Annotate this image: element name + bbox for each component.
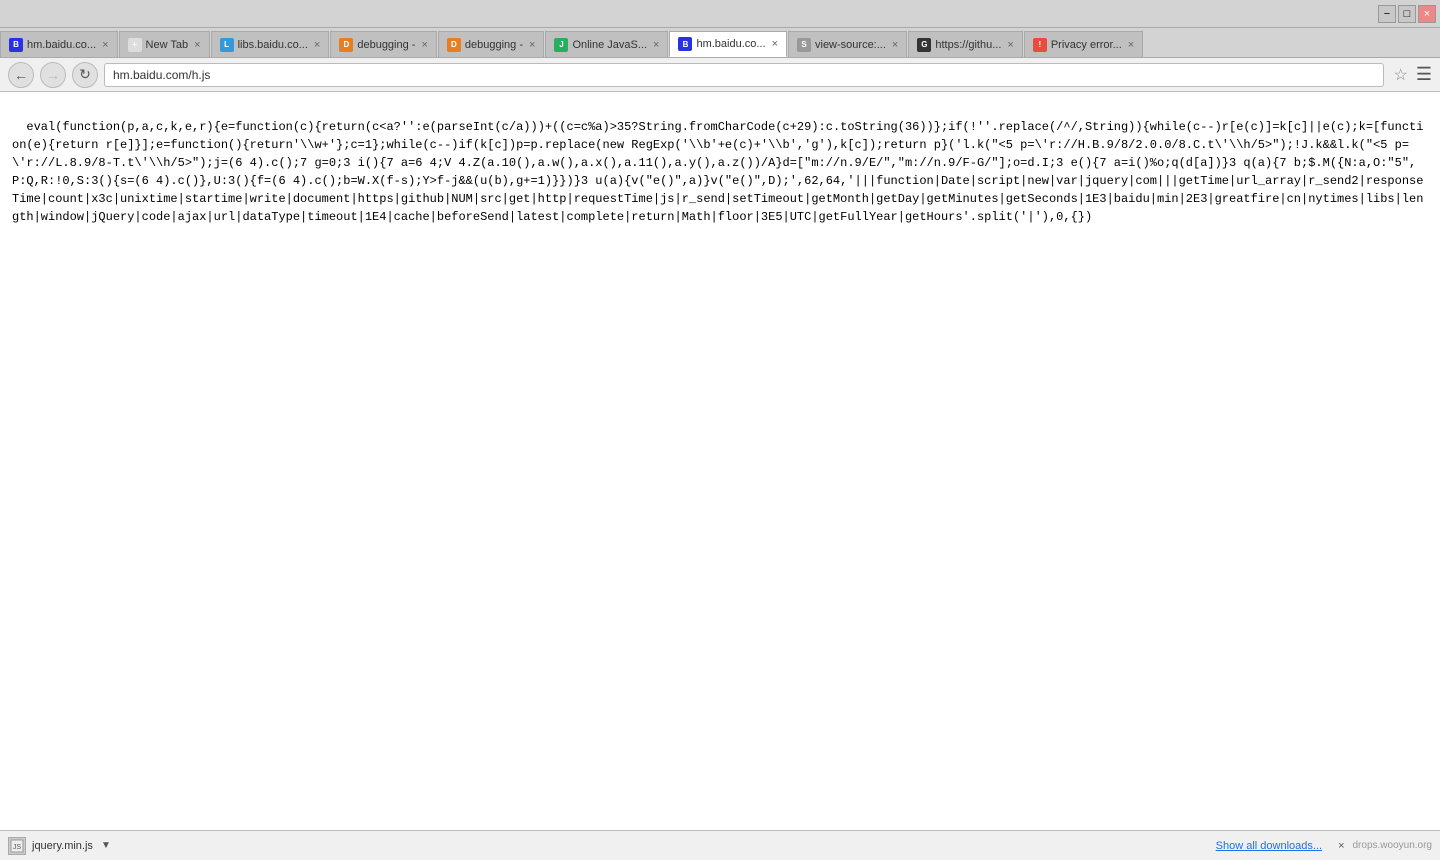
tab-close-icon[interactable]: × xyxy=(1128,39,1134,51)
tab-label: New Tab xyxy=(146,39,189,51)
tab-favicon-debug: D xyxy=(447,38,461,52)
tab-label: Online JavaS... xyxy=(572,39,647,51)
download-file-icon: JS xyxy=(8,837,26,855)
minimize-button[interactable]: − xyxy=(1378,5,1396,23)
tab-tab-new[interactable]: + New Tab × xyxy=(119,31,210,57)
tab-label: libs.baidu.co... xyxy=(238,39,308,51)
tab-tab-java[interactable]: J Online JavaS... × xyxy=(545,31,668,57)
download-chevron-icon[interactable]: ▼ xyxy=(101,840,111,851)
tab-tab-debug1[interactable]: Ddebugging - × xyxy=(330,31,437,57)
title-bar: − □ × xyxy=(0,0,1440,28)
url-text: hm.baidu.com/h.js xyxy=(113,68,210,82)
tab-favicon-new: + xyxy=(128,38,142,52)
tab-favicon-debug: D xyxy=(339,38,353,52)
tab-favicon-viewsrc: S xyxy=(797,38,811,52)
forward-button[interactable]: → xyxy=(40,62,66,88)
tab-label: https://githu... xyxy=(935,39,1001,51)
tab-tab-github[interactable]: Ghttps://githu... × xyxy=(908,31,1022,57)
tab-tab-debug2[interactable]: Ddebugging - × xyxy=(438,31,545,57)
show-all-downloads-link[interactable]: Show all downloads... xyxy=(1216,840,1322,852)
tab-label: hm.baidu.co... xyxy=(27,39,96,51)
tab-favicon-libs: L xyxy=(220,38,234,52)
tab-favicon-baidu: B xyxy=(678,37,692,51)
tab-tab-libs[interactable]: Llibs.baidu.co... × xyxy=(211,31,330,57)
tab-close-icon[interactable]: × xyxy=(529,39,535,51)
code-content: eval(function(p,a,c,k,e,r){e=function(c)… xyxy=(0,92,1440,830)
tab-favicon-baidu: B xyxy=(9,38,23,52)
tab-close-icon[interactable]: × xyxy=(653,39,659,51)
tab-close-icon[interactable]: × xyxy=(1007,39,1013,51)
maximize-button[interactable]: □ xyxy=(1398,5,1416,23)
download-item: JS jquery.min.js ▼ xyxy=(8,837,111,855)
tab-favicon-privacy: ! xyxy=(1033,38,1047,52)
tab-tab-hm2[interactable]: Bhm.baidu.co... × xyxy=(669,31,787,57)
code-text: eval(function(p,a,c,k,e,r){e=function(c)… xyxy=(12,120,1423,224)
tab-label: debugging - xyxy=(465,39,523,51)
tab-close-icon[interactable]: × xyxy=(102,39,108,51)
title-bar-controls: − □ × xyxy=(1378,5,1436,23)
tab-favicon-java: J xyxy=(554,38,568,52)
tab-close-icon[interactable]: × xyxy=(772,38,778,50)
back-button[interactable]: ← xyxy=(8,62,34,88)
tab-label: debugging - xyxy=(357,39,415,51)
tab-tab-viewsrc[interactable]: Sview-source:... × xyxy=(788,31,907,57)
tab-bar: Bhm.baidu.co...×+New Tab×Llibs.baidu.co.… xyxy=(0,28,1440,58)
omnibox[interactable]: hm.baidu.com/h.js xyxy=(104,63,1384,87)
tab-tab-privacy[interactable]: ! Privacy error... × xyxy=(1024,31,1143,57)
download-bar: JS jquery.min.js ▼ Show all downloads...… xyxy=(0,830,1440,860)
tab-close-icon[interactable]: × xyxy=(314,39,320,51)
download-filename: jquery.min.js xyxy=(32,840,93,852)
tab-tab-hm1[interactable]: Bhm.baidu.co... × xyxy=(0,31,118,57)
tab-close-icon[interactable]: × xyxy=(194,39,200,51)
menu-icon[interactable]: ☰ xyxy=(1416,64,1432,85)
watermark-text: drops.wooyun.org xyxy=(1353,840,1433,851)
reload-button[interactable]: ↻ xyxy=(72,62,98,88)
tab-label: view-source:... xyxy=(815,39,886,51)
tab-close-icon[interactable]: × xyxy=(421,39,427,51)
nav-bar: ← → ↻ hm.baidu.com/h.js ☆ ☰ xyxy=(0,58,1440,92)
tab-label: hm.baidu.co... xyxy=(696,38,765,50)
svg-text:JS: JS xyxy=(13,844,22,851)
bookmark-star-icon[interactable]: ☆ xyxy=(1394,65,1408,85)
download-bar-close-icon[interactable]: × xyxy=(1338,840,1344,852)
tab-label: Privacy error... xyxy=(1051,39,1122,51)
tab-close-icon[interactable]: × xyxy=(892,39,898,51)
close-button[interactable]: × xyxy=(1418,5,1436,23)
download-bar-right: Show all downloads... × drops.wooyun.org xyxy=(1216,840,1432,852)
tab-favicon-github: G xyxy=(917,38,931,52)
